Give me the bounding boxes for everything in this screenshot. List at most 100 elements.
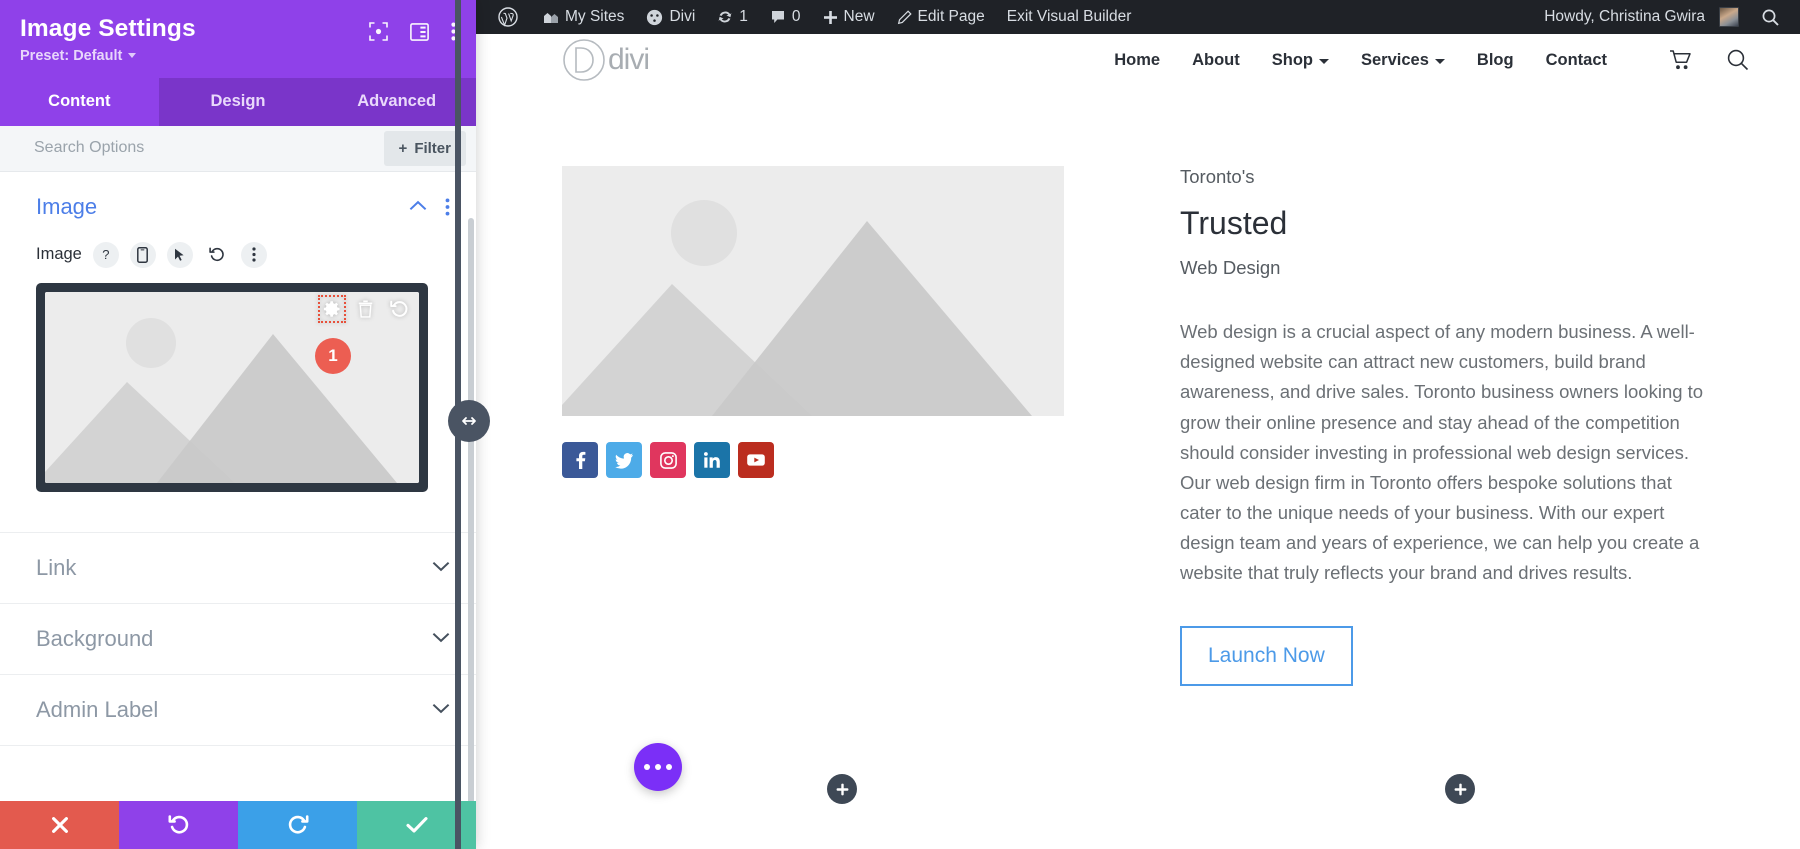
search-icon[interactable] xyxy=(1726,48,1750,72)
hero-placeholder-image[interactable] xyxy=(562,166,1064,416)
chevron-up-icon[interactable] xyxy=(409,198,427,216)
image-preview-thumbnail[interactable]: 1 xyxy=(45,291,419,483)
site-logo[interactable]: divi xyxy=(562,38,650,82)
divi-logo-icon xyxy=(563,39,605,81)
image-field-label-row: Image ? xyxy=(36,241,440,268)
nav-item-contact[interactable]: Contact xyxy=(1546,51,1607,70)
divi-speedometer-icon xyxy=(647,9,663,25)
section-options-kebab-icon[interactable] xyxy=(445,198,450,216)
resize-horizontal-icon xyxy=(458,410,480,432)
cursor-arrow-glyph xyxy=(175,248,184,261)
chevron-down-icon[interactable] xyxy=(432,630,450,648)
settings-gear-icon[interactable] xyxy=(318,294,346,323)
image-field-row: Image ? 1 xyxy=(0,241,476,532)
site-nav: Home About Shop Services Blog Contact xyxy=(1114,48,1750,72)
plus-icon xyxy=(823,10,837,24)
section-background-header[interactable]: Background xyxy=(0,604,476,674)
section-image: Image Image ? 1 xyxy=(0,172,476,533)
preset-selector[interactable]: Preset: Default xyxy=(20,48,196,64)
panel-resize-handle[interactable] xyxy=(448,400,490,442)
admin-bar-search[interactable] xyxy=(1750,0,1786,34)
admin-bar-exit-visual-builder[interactable]: Exit Visual Builder xyxy=(996,0,1143,34)
admin-bar-edit-page-label: Edit Page xyxy=(917,8,985,25)
admin-bar-howdy[interactable]: Howdy, Christina Gwira xyxy=(1533,0,1750,34)
facebook-icon[interactable] xyxy=(562,442,598,478)
nav-item-services[interactable]: Services xyxy=(1361,51,1445,70)
expand-icon[interactable] xyxy=(369,22,388,41)
tab-design[interactable]: Design xyxy=(159,78,318,126)
panel-header-titles: Image Settings Preset: Default xyxy=(20,15,196,64)
placeholder-mountain-icon xyxy=(562,166,1064,416)
wordpress-logo-icon[interactable] xyxy=(484,0,532,34)
admin-bar-left-group: My Sites Divi 1 0 New Edit Page Exit Vis… xyxy=(484,0,1142,34)
help-icon[interactable]: ? xyxy=(92,241,119,268)
chevron-down-icon[interactable] xyxy=(432,701,450,719)
linkedin-icon[interactable] xyxy=(694,442,730,478)
undo-arrow-glyph xyxy=(209,247,224,262)
nav-item-blog[interactable]: Blog xyxy=(1477,51,1514,70)
tab-content[interactable]: Content xyxy=(0,77,159,126)
admin-bar-updates[interactable]: 1 xyxy=(706,0,759,34)
delete-trash-icon[interactable] xyxy=(358,300,373,318)
layout-columns-icon[interactable] xyxy=(410,22,429,41)
reset-undo-icon[interactable] xyxy=(204,242,230,268)
admin-bar-new[interactable]: New xyxy=(812,0,886,34)
pencil-edit-icon xyxy=(897,9,912,24)
image-field-spacer xyxy=(36,492,440,532)
nav-item-about[interactable]: About xyxy=(1192,51,1240,70)
kebab-menu-glyph xyxy=(445,198,450,216)
panel-header-icons xyxy=(369,16,456,41)
plus-icon xyxy=(836,783,848,796)
nav-item-shop[interactable]: Shop xyxy=(1272,51,1329,70)
cart-icon[interactable] xyxy=(1669,49,1692,71)
hover-cursor-icon[interactable] xyxy=(166,241,193,268)
admin-bar-divi[interactable]: Divi xyxy=(635,0,706,34)
search-input[interactable]: Search Options xyxy=(34,139,144,157)
filter-plus-icon: + xyxy=(398,139,408,157)
chevron-down-glyph xyxy=(432,632,450,643)
sites-buildings-icon xyxy=(544,13,558,23)
admin-bar-edit-page[interactable]: Edit Page xyxy=(886,0,996,34)
checkmark-icon xyxy=(405,817,428,833)
filter-button[interactable]: + Filter xyxy=(383,130,466,166)
nav-item-home[interactable]: Home xyxy=(1114,51,1160,70)
launch-now-button[interactable]: Launch Now xyxy=(1180,626,1353,687)
instagram-icon[interactable] xyxy=(650,442,686,478)
responsive-mobile-icon[interactable] xyxy=(129,241,156,268)
twitter-icon[interactable] xyxy=(606,442,642,478)
section-admin-label-title: Admin Label xyxy=(36,696,159,722)
admin-bar-comments[interactable]: 0 xyxy=(759,0,812,34)
section-background-title: Background xyxy=(36,625,154,651)
youtube-glyph xyxy=(747,454,765,466)
panel-scrollbar-thumb[interactable] xyxy=(468,217,474,849)
admin-bar-new-label: New xyxy=(843,8,875,25)
panel-scrollbar[interactable] xyxy=(468,172,474,849)
section-admin-label: Admin Label xyxy=(0,675,476,746)
column-left xyxy=(562,166,1122,686)
cancel-button[interactable] xyxy=(0,801,119,849)
panel-footer-actions xyxy=(0,801,476,849)
section-admin-label-header[interactable]: Admin Label xyxy=(0,675,476,745)
field-options-kebab-icon[interactable] xyxy=(240,241,267,268)
builder-menu-fab[interactable] xyxy=(634,743,682,791)
section-image-header[interactable]: Image xyxy=(0,172,476,242)
add-module-right[interactable] xyxy=(1445,774,1475,805)
tab-advanced[interactable]: Advanced xyxy=(317,78,476,126)
placeholder-mountain-icon xyxy=(45,291,419,483)
section-link: Link xyxy=(0,533,476,604)
image-field-label: Image xyxy=(36,245,82,264)
add-module-left[interactable] xyxy=(827,774,857,805)
undo-reset-icon[interactable] xyxy=(390,300,409,318)
section-link-header[interactable]: Link xyxy=(0,533,476,603)
youtube-icon[interactable] xyxy=(738,442,774,478)
hero-body-copy: Web design is a crucial aspect of any mo… xyxy=(1180,321,1704,584)
chevron-down-icon[interactable] xyxy=(432,559,450,577)
redo-button[interactable] xyxy=(238,801,357,849)
plus-icon xyxy=(1454,783,1466,796)
undo-button[interactable] xyxy=(119,801,238,849)
site-nav-icons xyxy=(1669,48,1750,72)
comment-bubble-icon xyxy=(771,11,784,23)
admin-bar-my-sites[interactable]: My Sites xyxy=(532,0,635,34)
image-preview-frame[interactable]: 1 xyxy=(36,282,428,492)
site-preview: divi Home About Shop Services Blog Conta… xyxy=(476,34,1800,849)
